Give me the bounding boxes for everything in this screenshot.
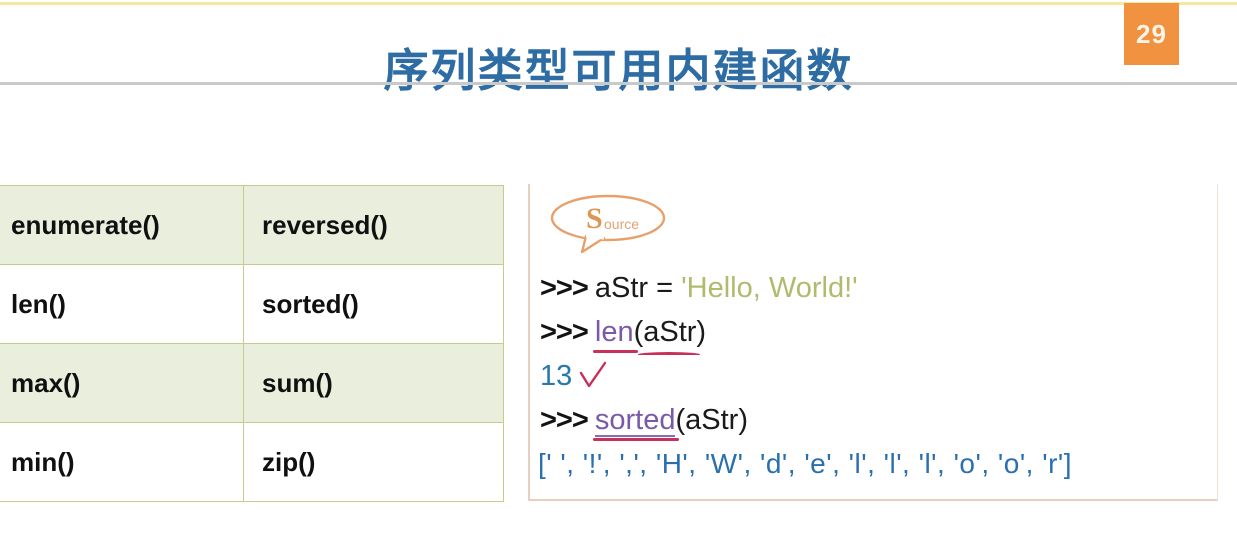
table-cell-function: sorted() bbox=[243, 264, 504, 344]
table-cell-function: reversed() bbox=[243, 185, 504, 265]
source-bubble-icon: S ource bbox=[546, 192, 674, 254]
source-badge-letter: S bbox=[586, 202, 603, 235]
page-title: 序列类型可用内建函数 bbox=[383, 45, 854, 97]
table-row: enumerate() reversed() bbox=[0, 185, 504, 265]
code-line-len-result: 13 bbox=[540, 360, 608, 393]
table-cell-function: zip() bbox=[243, 422, 504, 502]
repl-prompt: >>> bbox=[540, 272, 595, 304]
result-number: 13 bbox=[540, 360, 573, 392]
source-badge-text: ource bbox=[604, 216, 639, 232]
table-cell-function: enumerate() bbox=[0, 185, 244, 265]
table-cell-function: min() bbox=[0, 422, 244, 502]
function-argument: (aStr) bbox=[633, 316, 707, 355]
function-argument: (aStr) bbox=[675, 404, 748, 436]
builtin-functions-table: enumerate() reversed() len() sorted() ma… bbox=[0, 185, 504, 502]
top-accent-line bbox=[0, 2, 1237, 5]
function-name-len: len bbox=[592, 316, 638, 353]
page-number-badge: 29 bbox=[1124, 3, 1179, 65]
table-row: min() zip() bbox=[0, 422, 504, 502]
string-literal: 'Hello, World!' bbox=[681, 272, 858, 304]
repl-prompt: >>> bbox=[540, 316, 595, 348]
code-line-assignment: >>> aStr = 'Hello, World!' bbox=[540, 272, 858, 305]
code-line-sorted-result: [' ', '!', ',', 'H', 'W', 'd', 'e', 'l',… bbox=[538, 448, 1072, 480]
table-cell-function: len() bbox=[0, 264, 244, 344]
result-list: [' ', '!', ',', 'H', 'W', 'd', 'e', 'l',… bbox=[538, 448, 1073, 479]
function-name-sorted: sorted bbox=[592, 404, 680, 441]
table-row: max() sum() bbox=[0, 343, 504, 423]
code-expression: aStr = bbox=[594, 272, 682, 304]
source-code-panel: S ource >>> aStr = 'Hello, World!' >>> l… bbox=[528, 184, 1218, 501]
table-cell-function: sum() bbox=[243, 343, 504, 423]
table-cell-function: max() bbox=[0, 343, 244, 423]
header-divider bbox=[0, 82, 1237, 85]
repl-prompt: >>> bbox=[540, 404, 595, 436]
code-line-sorted-call: >>> sorted(aStr) bbox=[540, 404, 748, 441]
code-line-len-call: >>> len(aStr) bbox=[540, 316, 707, 355]
table-row: len() sorted() bbox=[0, 264, 504, 344]
checkmark-icon bbox=[578, 361, 608, 391]
